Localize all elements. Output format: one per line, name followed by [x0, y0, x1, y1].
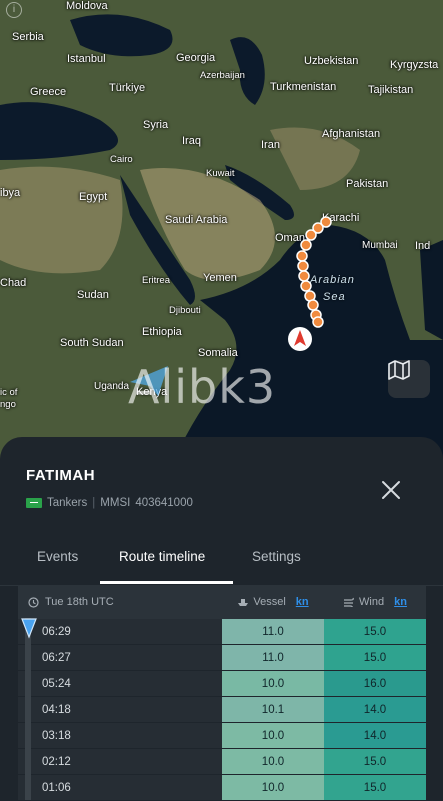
mmsi-value: 403641000 — [135, 497, 193, 509]
active-tab-indicator — [100, 581, 233, 584]
wind-speed-cell: 15.0 — [324, 749, 426, 774]
vessel-speed-cell: 10.0 — [222, 671, 324, 696]
time-cell: 01:06 — [18, 775, 222, 800]
timeline-handle-icon[interactable] — [20, 617, 38, 639]
vessel-type: Tankers — [47, 497, 88, 509]
wind-speed-cell: 15.0 — [324, 775, 426, 800]
wind-unit-link[interactable]: kn — [394, 596, 407, 608]
date-label: Tue 18th UTC — [45, 596, 114, 608]
vessel-name: FATIMAH — [26, 467, 96, 484]
separator: | — [92, 497, 96, 509]
clock-icon — [28, 596, 39, 608]
table-row[interactable]: 06:29 11.0 15.0 — [18, 619, 426, 645]
wind-header-label: Wind — [359, 596, 385, 608]
ship-icon — [238, 599, 249, 606]
vessel-speed-cell: 10.0 — [222, 775, 324, 800]
time-cell: 06:27 — [18, 645, 222, 670]
time-cell: 03:18 — [18, 723, 222, 748]
map-layers-button[interactable] — [388, 360, 430, 398]
time-cell: 04:18 — [18, 697, 222, 722]
vessel-panel: FATIMAH Tankers | MMSI 403641000 Events … — [0, 437, 443, 801]
route-timeline-table: Tue 18th UTC Vessel kn Wind kn 06:29 11.… — [18, 585, 426, 801]
close-button[interactable] — [378, 477, 404, 503]
tab-route-timeline[interactable]: Route timeline — [119, 549, 205, 564]
table-header: Tue 18th UTC Vessel kn Wind kn — [18, 585, 426, 619]
table-row[interactable]: 03:18 10.0 14.0 — [18, 723, 426, 749]
vessel-speed-cell: 10.0 — [222, 749, 324, 774]
table-row[interactable]: 05:24 10.0 16.0 — [18, 671, 426, 697]
wind-speed-cell: 15.0 — [324, 619, 426, 644]
time-cell: 02:12 — [18, 749, 222, 774]
vessel-unit-link[interactable]: kn — [296, 596, 309, 608]
table-row[interactable]: 01:06 10.0 15.0 — [18, 775, 426, 801]
watermark-text: Alibk3 — [128, 360, 277, 414]
mmsi-label: MMSI — [100, 497, 131, 509]
vessel-subtitle: Tankers | MMSI 403641000 — [26, 497, 193, 509]
close-icon — [382, 481, 400, 499]
table-row[interactable]: 06:27 11.0 15.0 — [18, 645, 426, 671]
table-row[interactable]: 04:18 10.1 14.0 — [18, 697, 426, 723]
wind-speed-cell: 14.0 — [324, 697, 426, 722]
wind-speed-header: Wind kn — [324, 585, 426, 619]
map-view[interactable]: i Moldova Serbia Istanbul Greece Türkiye… — [0, 0, 443, 470]
tab-events[interactable]: Events — [37, 549, 78, 564]
vessel-speed-cell: 11.0 — [222, 645, 324, 670]
map-icon — [388, 360, 410, 380]
vessel-speed-cell: 11.0 — [222, 619, 324, 644]
wind-speed-cell: 14.0 — [324, 723, 426, 748]
vessel-speed-header: Vessel kn — [222, 585, 324, 619]
vessel-header-label: Vessel — [253, 596, 286, 608]
wind-icon — [344, 597, 354, 607]
date-header: Tue 18th UTC — [18, 585, 222, 619]
timeline-scrubber-track[interactable] — [25, 618, 31, 800]
tab-bar: Events Route timeline Settings — [0, 537, 443, 586]
wind-speed-cell: 16.0 — [324, 671, 426, 696]
vessel-speed-cell: 10.0 — [222, 723, 324, 748]
time-cell: 06:29 — [18, 619, 222, 644]
vessel-position-icon[interactable] — [287, 326, 313, 352]
table-row[interactable]: 02:12 10.0 15.0 — [18, 749, 426, 775]
tab-settings[interactable]: Settings — [252, 549, 301, 564]
flag-icon — [26, 498, 42, 508]
time-cell: 05:24 — [18, 671, 222, 696]
wind-speed-cell: 15.0 — [324, 645, 426, 670]
vessel-speed-cell: 10.1 — [222, 697, 324, 722]
